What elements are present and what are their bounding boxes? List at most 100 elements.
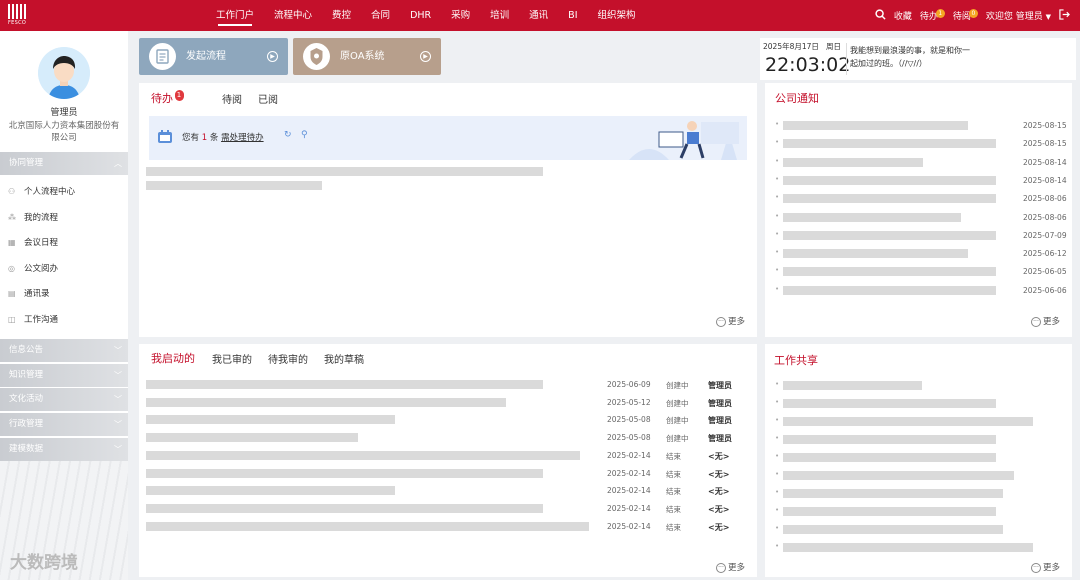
table-row[interactable]: 2025-02-14 结束 <无> (139, 486, 757, 500)
original-oa-label: 原OA系统 (340, 51, 385, 62)
nav-procurement[interactable]: 采购 (441, 0, 480, 31)
clock-quote: 我能想到最浪漫的事，就是和你一 起加过的班。（//▽//） (850, 44, 970, 70)
share-item[interactable]: • (765, 542, 1072, 556)
notice-date: 2025-06-06 (1023, 285, 1067, 295)
refresh-icon[interactable]: ↻ (284, 130, 292, 140)
todo-item-placeholder[interactable] (146, 181, 322, 190)
notice-item[interactable]: • 2025-08-06 (765, 193, 1072, 207)
table-row[interactable]: 2025-05-12 创建中 管理员 (139, 397, 757, 412)
share-item[interactable]: • (765, 524, 1072, 538)
menu-meeting-schedule[interactable]: ▦ 会议日程 (0, 231, 128, 255)
favorites-link[interactable]: 收藏 (894, 9, 912, 22)
tab-drafts[interactable]: 我的草稿 (324, 351, 364, 366)
search-icon[interactable] (875, 8, 886, 23)
process-owner: 管理员 (708, 398, 732, 408)
notice-item[interactable]: • 2025-08-14 (765, 157, 1072, 171)
section-label: 文化活动 (9, 394, 44, 404)
nav-work-portal[interactable]: 工作门户 (206, 0, 264, 31)
top-navbar: FESCO 工作门户 流程中心 费控 合同 DHR 采购 培训 通讯 BI 组织… (0, 0, 1080, 31)
share-item[interactable]: • (765, 506, 1072, 520)
original-oa-button[interactable]: 原OA系统 ▶ (293, 38, 441, 75)
table-row[interactable]: 2025-05-08 创建中 管理员 (139, 415, 757, 429)
tab-todo[interactable]: 待办 1 (151, 90, 184, 106)
bullet-icon: • (775, 416, 780, 424)
table-row[interactable]: 2025-02-14 结束 <无> (139, 468, 757, 483)
menu-personal-process-center[interactable]: ⚇ 个人流程中心 (0, 180, 128, 204)
avatar[interactable] (38, 47, 90, 99)
menu-work-communication[interactable]: ◫ 工作沟通 (0, 308, 128, 332)
process-owner: 管理员 (708, 434, 732, 444)
notice-title-placeholder (783, 139, 996, 149)
notice-item[interactable]: • 2025-08-06 (765, 212, 1072, 226)
notice-item[interactable]: • 2025-06-06 (765, 285, 1072, 299)
section-modeling-data[interactable]: 建模数据 ﹀ (0, 438, 128, 461)
nav-expense[interactable]: 费控 (322, 0, 361, 31)
section-collaboration[interactable]: 协同管理 ︿ (0, 152, 128, 175)
notice-date: 2025-07-09 (1023, 230, 1067, 240)
table-row[interactable]: 2025-06-09 创建中 管理员 (139, 380, 757, 394)
table-row[interactable]: 2025-02-14 结束 <无> (139, 450, 757, 465)
share-item[interactable]: • (765, 434, 1072, 448)
share-item[interactable]: • (765, 470, 1072, 484)
notice-item[interactable]: • 2025-06-05 (765, 266, 1072, 280)
table-row[interactable]: 2025-05-08 创建中 管理员 (139, 433, 757, 447)
tab-toread[interactable]: 待阅 (222, 91, 242, 106)
section-administration[interactable]: 行政管理 ﹀ (0, 413, 128, 436)
section-knowledge[interactable]: 知识管理 ﹀ (0, 364, 128, 387)
toread-link[interactable]: 待阅0 (953, 9, 978, 22)
bullet-icon: • (775, 138, 780, 147)
share-item[interactable]: • (765, 488, 1072, 502)
tab-reviewed[interactable]: 我已审的 (212, 351, 252, 366)
nav-training[interactable]: 培训 (480, 0, 519, 31)
menu-address-book[interactable]: ▤ 通讯录 (0, 282, 128, 306)
header-tools: 收藏 待办1 待阅0 欢迎您 管理员 ▼ (867, 0, 1070, 31)
start-process-button[interactable]: 发起流程 ▶ (139, 38, 288, 75)
process-date: 2025-05-08 (607, 433, 651, 443)
company-logo[interactable]: FESCO (8, 4, 30, 28)
started-more-link[interactable]: ··· 更多 (716, 561, 745, 573)
nav-communication[interactable]: 通讯 (519, 0, 558, 31)
logout-icon[interactable] (1059, 8, 1070, 23)
bullet-icon: • (775, 120, 780, 128)
more-icon: ··· (1031, 562, 1041, 573)
menu-my-process[interactable]: ⁂ 我的流程 (0, 206, 128, 230)
bullet-icon: • (775, 470, 780, 478)
todo-more-link[interactable]: ··· 更多 (716, 315, 745, 327)
watermark: 大数跨境 (10, 553, 78, 573)
nav-contract[interactable]: 合同 (361, 0, 400, 31)
tab-read[interactable]: 已阅 (258, 91, 278, 106)
todo-link[interactable]: 待办1 (920, 9, 945, 22)
notice-item[interactable]: • 2025-08-15 (765, 120, 1072, 134)
nav-org-structure[interactable]: 组织架构 (588, 0, 646, 31)
menu-document-reading[interactable]: ◎ 公文阅办 (0, 257, 128, 281)
share-item[interactable]: • (765, 380, 1072, 394)
share-item[interactable]: • (765, 398, 1072, 412)
table-row[interactable]: 2025-02-14 结束 <无> (139, 521, 757, 536)
share-item[interactable]: • (765, 416, 1072, 430)
notice-item[interactable]: • 2025-06-12 (765, 248, 1072, 262)
user-filter-icon[interactable]: ⚲ (301, 130, 308, 140)
share-title-placeholder (783, 525, 1003, 534)
tab-awaiting-review[interactable]: 待我审的 (268, 351, 308, 366)
share-more-link[interactable]: ··· 更多 (1031, 561, 1060, 573)
notice-more-link[interactable]: ··· 更多 (1031, 315, 1060, 327)
section-announcements[interactable]: 信息公告 ﹀ (0, 339, 128, 362)
nav-dhr[interactable]: DHR (400, 0, 441, 31)
pending-todo-link[interactable]: 需处理待办 (221, 133, 264, 143)
bullet-icon: • (775, 506, 780, 514)
nav-process-center[interactable]: 流程中心 (264, 0, 322, 31)
notice-item[interactable]: • 2025-08-15 (765, 138, 1072, 152)
section-culture[interactable]: 文化活动 ﹀ (0, 388, 128, 411)
todo-item-placeholder[interactable] (146, 167, 543, 176)
user-menu[interactable]: 欢迎您 管理员 ▼ (986, 9, 1051, 22)
tab-started-by-me[interactable]: 我启动的 (151, 350, 195, 366)
notice-item[interactable]: • 2025-08-14 (765, 175, 1072, 189)
process-title-placeholder (146, 503, 543, 513)
table-row[interactable]: 2025-02-14 结束 <无> (139, 503, 757, 518)
section-label: 知识管理 (9, 370, 44, 380)
share-item[interactable]: • (765, 452, 1072, 466)
nav-bi[interactable]: BI (558, 0, 587, 31)
notice-item[interactable]: • 2025-07-09 (765, 230, 1072, 244)
process-title-placeholder (146, 486, 395, 496)
notice-title-placeholder (783, 175, 996, 185)
